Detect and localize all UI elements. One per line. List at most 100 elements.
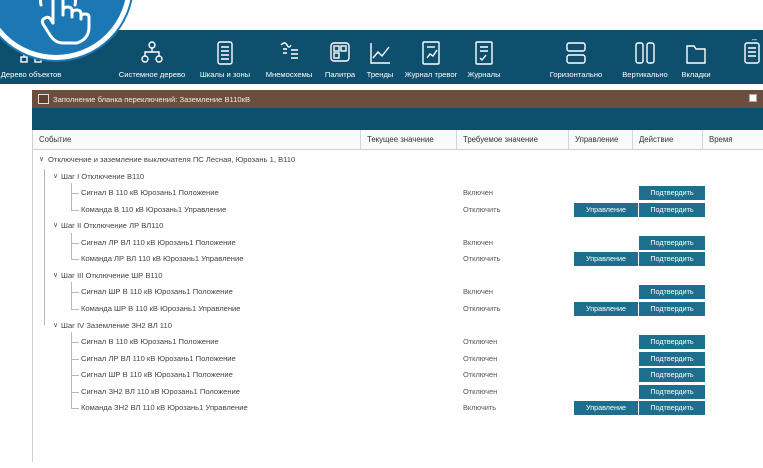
switching-form-table: Событие Текущее значение Требуемое значе…	[32, 130, 763, 462]
table-row[interactable]: Сигнал ШР В 110 кВ Юрозань1 Положение Отк…	[33, 367, 763, 383]
system-tree-icon	[141, 41, 163, 63]
tree-root-row[interactable]: ∨ Отключение и заземление выключателя ПС …	[33, 152, 763, 168]
confirm-button[interactable]: Подтвердить	[639, 252, 705, 267]
confirm-button[interactable]: Подтвердить	[639, 202, 705, 217]
layout-vertical-icon	[635, 42, 655, 64]
tree-connector	[71, 193, 79, 195]
table-row[interactable]: Команда ЛР ВЛ 110 кВ Юрозань1 Управление…	[33, 251, 763, 267]
tree-step-row[interactable]: ∨ Шаг IV Заземление ЗН2 ВЛ 110	[33, 318, 763, 334]
chevron-down-icon[interactable]: ∨	[53, 268, 58, 284]
tree-connector	[71, 242, 79, 244]
confirm-button[interactable]: Подтвердить	[639, 384, 705, 399]
close-icon[interactable]	[749, 94, 757, 102]
toolbar-mnemonic-button[interactable]: Мнемосхемы	[258, 34, 320, 82]
toolbar-vertical-button[interactable]: Вертикально	[614, 34, 676, 82]
toolbar-more-button[interactable]	[742, 34, 762, 82]
toolbar-system-tree-button[interactable]: Системное дерево	[112, 34, 192, 82]
required-value: Включен	[463, 188, 493, 198]
chevron-down-icon[interactable]: ∨	[53, 318, 58, 334]
required-value: Отключить	[463, 254, 501, 264]
event-label: Сигнал ШР В 110 кВ Юрозань1 Положение	[81, 370, 233, 380]
tree-connector	[71, 391, 79, 393]
toolbar-palette-button[interactable]: Палитра	[320, 34, 360, 82]
table-row[interactable]: Сигнал ЗН2 ВЛ 110 кВ Юрозань1 Положение О…	[33, 384, 763, 400]
tree-step-row[interactable]: ∨ Шаг III Отключение ШР В110	[33, 268, 763, 284]
tree-step-row[interactable]: ∨ Шаг II Отключение ЛР ВЛ110	[33, 218, 763, 234]
window-icon	[38, 94, 49, 104]
column-header-action[interactable]: Действие	[633, 130, 703, 150]
tree-guide-line	[71, 232, 72, 260]
tree-step-row[interactable]: ∨ Шаг I Отключение В110	[33, 169, 763, 185]
table-row[interactable]: Сигнал В 110 кВ Юрозань1 Положение Отключ…	[33, 334, 763, 350]
trends-icon	[370, 43, 390, 64]
confirm-button[interactable]: Подтвердить	[639, 335, 705, 350]
required-value: Отключен	[463, 370, 498, 380]
toolbar-tabs-button[interactable]: Вкладки	[674, 34, 718, 82]
tree-guide-line	[71, 282, 72, 309]
toolbar-label: Вертикально	[622, 70, 668, 79]
column-header-control[interactable]: Управление	[569, 130, 633, 150]
toolbar-label: Журналы	[467, 70, 501, 79]
column-header-required-value[interactable]: Требуемое значение	[457, 130, 569, 150]
control-button[interactable]: Управление	[574, 401, 638, 416]
toolbar-scales-zones-button[interactable]: Шкалы и зоны	[194, 34, 256, 82]
scales-zones-icon	[217, 41, 233, 65]
column-header-event[interactable]: Событие	[33, 130, 361, 150]
required-value: Отключить	[463, 204, 501, 214]
layout-horizontal-icon	[566, 42, 586, 64]
tabs-icon	[686, 45, 706, 64]
tree-guide-line	[71, 332, 72, 409]
toolbar-label: Системное дерево	[118, 70, 186, 79]
dialog-titlebar: Заполнение бланка переключений: Заземлен…	[32, 90, 763, 108]
control-button[interactable]: Управление	[574, 301, 638, 316]
required-value: Отключить	[463, 303, 501, 313]
table-row[interactable]: Сигнал ШР В 110 кВ Юрозань1 Положение Вкл…	[33, 284, 763, 300]
mnemonic-diagram-icon	[280, 42, 298, 59]
toolbar-label: Шкалы и зоны	[199, 70, 251, 79]
table-row[interactable]: Команда В 110 кВ Юрозань1 Управление Откл…	[33, 202, 763, 218]
confirm-button[interactable]: Подтвердить	[639, 351, 705, 366]
column-header-current-value[interactable]: Текущее значение	[361, 130, 457, 150]
control-button[interactable]: Управление	[574, 252, 638, 267]
toolbar-label: Дерево объектов	[0, 70, 62, 79]
toolbar-alarm-log-button[interactable]: Журнал тревог	[400, 34, 462, 82]
tree-connector	[71, 292, 79, 294]
event-label: Команда ЛР ВЛ 110 кВ Юрозань1 Управление	[81, 254, 244, 264]
tree-connector	[71, 308, 79, 310]
toolbar-logs-button[interactable]: Журналы	[462, 34, 506, 82]
table-row[interactable]: Команда ШР В 110 кВ Юрозань1 Управление О…	[33, 301, 763, 317]
required-value: Включен	[463, 237, 493, 247]
required-value: Включен	[463, 287, 493, 297]
touch-hand-icon	[39, 0, 91, 45]
toolbar-label: Мнемосхемы	[265, 70, 313, 79]
confirm-button[interactable]: Подтвердить	[639, 186, 705, 201]
settings-panel-icon	[744, 42, 760, 64]
event-label: Сигнал ЛР ВЛ 110 кВ Юрозань1 Положение	[81, 353, 236, 363]
toolbar-trends-button[interactable]: Тренды	[360, 34, 400, 82]
toolbar-label: Тренды	[366, 70, 394, 79]
confirm-button[interactable]: Подтвердить	[639, 235, 705, 250]
tree-connector	[71, 342, 79, 344]
table-row[interactable]: Сигнал ЛР ВЛ 110 кВ Юрозань1 Положение Вк…	[33, 235, 763, 251]
confirm-button[interactable]: Подтвердить	[639, 301, 705, 316]
required-value: Включить	[463, 403, 497, 413]
chevron-down-icon[interactable]: ∨	[53, 169, 58, 185]
toolbar-horizontal-button[interactable]: Горизонтально	[538, 34, 614, 82]
confirm-button[interactable]: Подтвердить	[639, 368, 705, 383]
table-row[interactable]: Сигнал ЛР ВЛ 110 кВ Юрозань1 Положение От…	[33, 351, 763, 367]
control-button[interactable]: Управление	[574, 202, 638, 217]
chevron-down-icon[interactable]: ∨	[53, 218, 58, 234]
confirm-button[interactable]: Подтвердить	[639, 401, 705, 416]
logs-icon	[475, 41, 493, 65]
tree-connector	[71, 259, 79, 261]
chevron-down-icon[interactable]: ∨	[39, 152, 44, 168]
column-header-time[interactable]: Время	[703, 130, 763, 150]
tree-connector	[71, 408, 79, 410]
dialog-toolbar-strip	[32, 108, 763, 130]
event-label: Сигнал В 110 кВ Юрозань1 Положение	[81, 337, 219, 347]
tree-connector	[71, 375, 79, 377]
confirm-button[interactable]: Подтвердить	[639, 285, 705, 300]
tree-connector	[71, 358, 79, 360]
table-row[interactable]: Команда ЗН2 ВЛ 110 кВ Юрозань1 Управлени…	[33, 400, 763, 416]
table-row[interactable]: Сигнал В 110 кВ Юрозань1 Положение Включе…	[33, 185, 763, 201]
